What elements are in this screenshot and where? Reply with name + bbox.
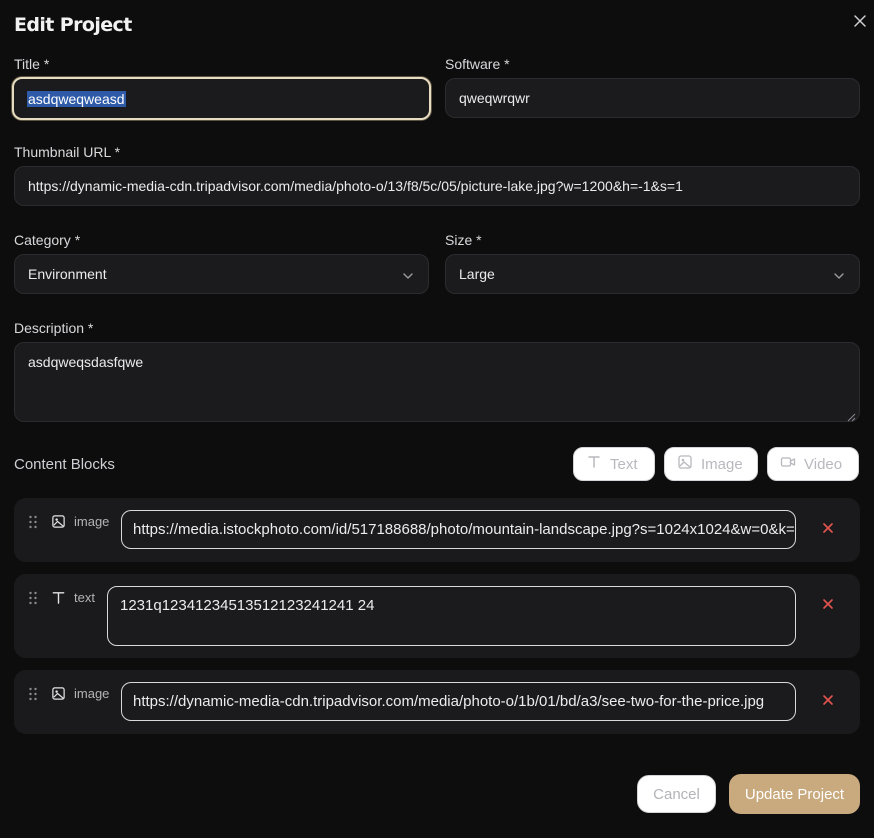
drag-handle-icon[interactable] (28, 687, 38, 701)
edit-project-dialog: Edit Project Title * asdqweqweasd Softwa… (0, 0, 874, 838)
block-url-input[interactable]: https://dynamic-media-cdn.tripadvisor.co… (121, 682, 796, 721)
add-image-block-button[interactable]: Image (664, 447, 758, 481)
cancel-button[interactable]: Cancel (637, 775, 716, 813)
category-label: Category * (14, 232, 81, 248)
title-input-value: asdqweqweasd (27, 90, 126, 107)
thumbnail-label: Thumbnail URL * (14, 144, 121, 160)
thumbnail-url-value: https://dynamic-media-cdn.tripadvisor.co… (28, 178, 683, 194)
close-icon[interactable] (851, 12, 869, 30)
image-icon (51, 686, 66, 701)
thumbnail-url-input[interactable]: https://dynamic-media-cdn.tripadvisor.co… (14, 166, 860, 206)
remove-block-icon[interactable] (821, 693, 835, 707)
size-select-value: Large (459, 266, 495, 282)
drag-handle-icon[interactable] (28, 515, 38, 529)
resize-handle-icon[interactable] (847, 409, 856, 422)
block-url-input[interactable]: https://media.istockphoto.com/id/5171886… (121, 510, 796, 549)
category-select[interactable]: Environment (14, 254, 429, 294)
image-icon (51, 514, 66, 529)
size-select[interactable]: Large (445, 254, 860, 294)
software-input[interactable]: qweqwrqwr (445, 78, 860, 118)
add-video-label: Video (804, 455, 843, 473)
content-blocks-heading: Content Blocks (14, 456, 115, 473)
add-image-label: Image (701, 455, 743, 473)
description-textarea[interactable]: asdqweqsdasfqwe (14, 342, 860, 422)
chevron-down-icon (833, 269, 845, 281)
software-label: Software * (445, 56, 510, 72)
block-type-label: text (74, 590, 95, 605)
video-icon (780, 454, 796, 474)
content-block-image: image https://media.istockphoto.com/id/5… (14, 498, 860, 562)
software-input-value: qweqwrqwr (459, 90, 530, 106)
block-type-label: image (74, 514, 110, 529)
add-video-block-button[interactable]: Video (767, 447, 859, 481)
image-icon (677, 454, 693, 474)
block-text-value: 1231q12341234513512123241241 24 (120, 597, 375, 614)
add-text-label: Text (610, 455, 638, 473)
block-url-value: https://dynamic-media-cdn.tripadvisor.co… (133, 693, 765, 710)
block-url-value: https://media.istockphoto.com/id/5171886… (133, 521, 795, 538)
block-text-input[interactable]: 1231q12341234513512123241241 24 (107, 586, 796, 646)
text-icon (586, 454, 602, 474)
content-block-image: image https://dynamic-media-cdn.tripadvi… (14, 670, 860, 734)
title-label: Title * (14, 56, 50, 72)
dialog-title: Edit Project (14, 14, 132, 36)
text-icon (51, 590, 66, 605)
remove-block-icon[interactable] (821, 521, 835, 535)
description-value: asdqweqsdasfqwe (28, 354, 144, 370)
add-text-block-button[interactable]: Text (573, 447, 655, 481)
title-input[interactable]: asdqweqweasd (12, 77, 431, 120)
drag-handle-icon[interactable] (28, 591, 38, 605)
content-block-text: text 1231q12341234513512123241241 24 (14, 574, 860, 658)
update-project-button[interactable]: Update Project (729, 774, 860, 814)
remove-block-icon[interactable] (821, 597, 835, 611)
chevron-down-icon (402, 269, 414, 281)
category-select-value: Environment (28, 266, 107, 282)
size-label: Size * (445, 232, 482, 248)
block-type-label: image (74, 686, 110, 701)
description-label: Description * (14, 320, 94, 336)
